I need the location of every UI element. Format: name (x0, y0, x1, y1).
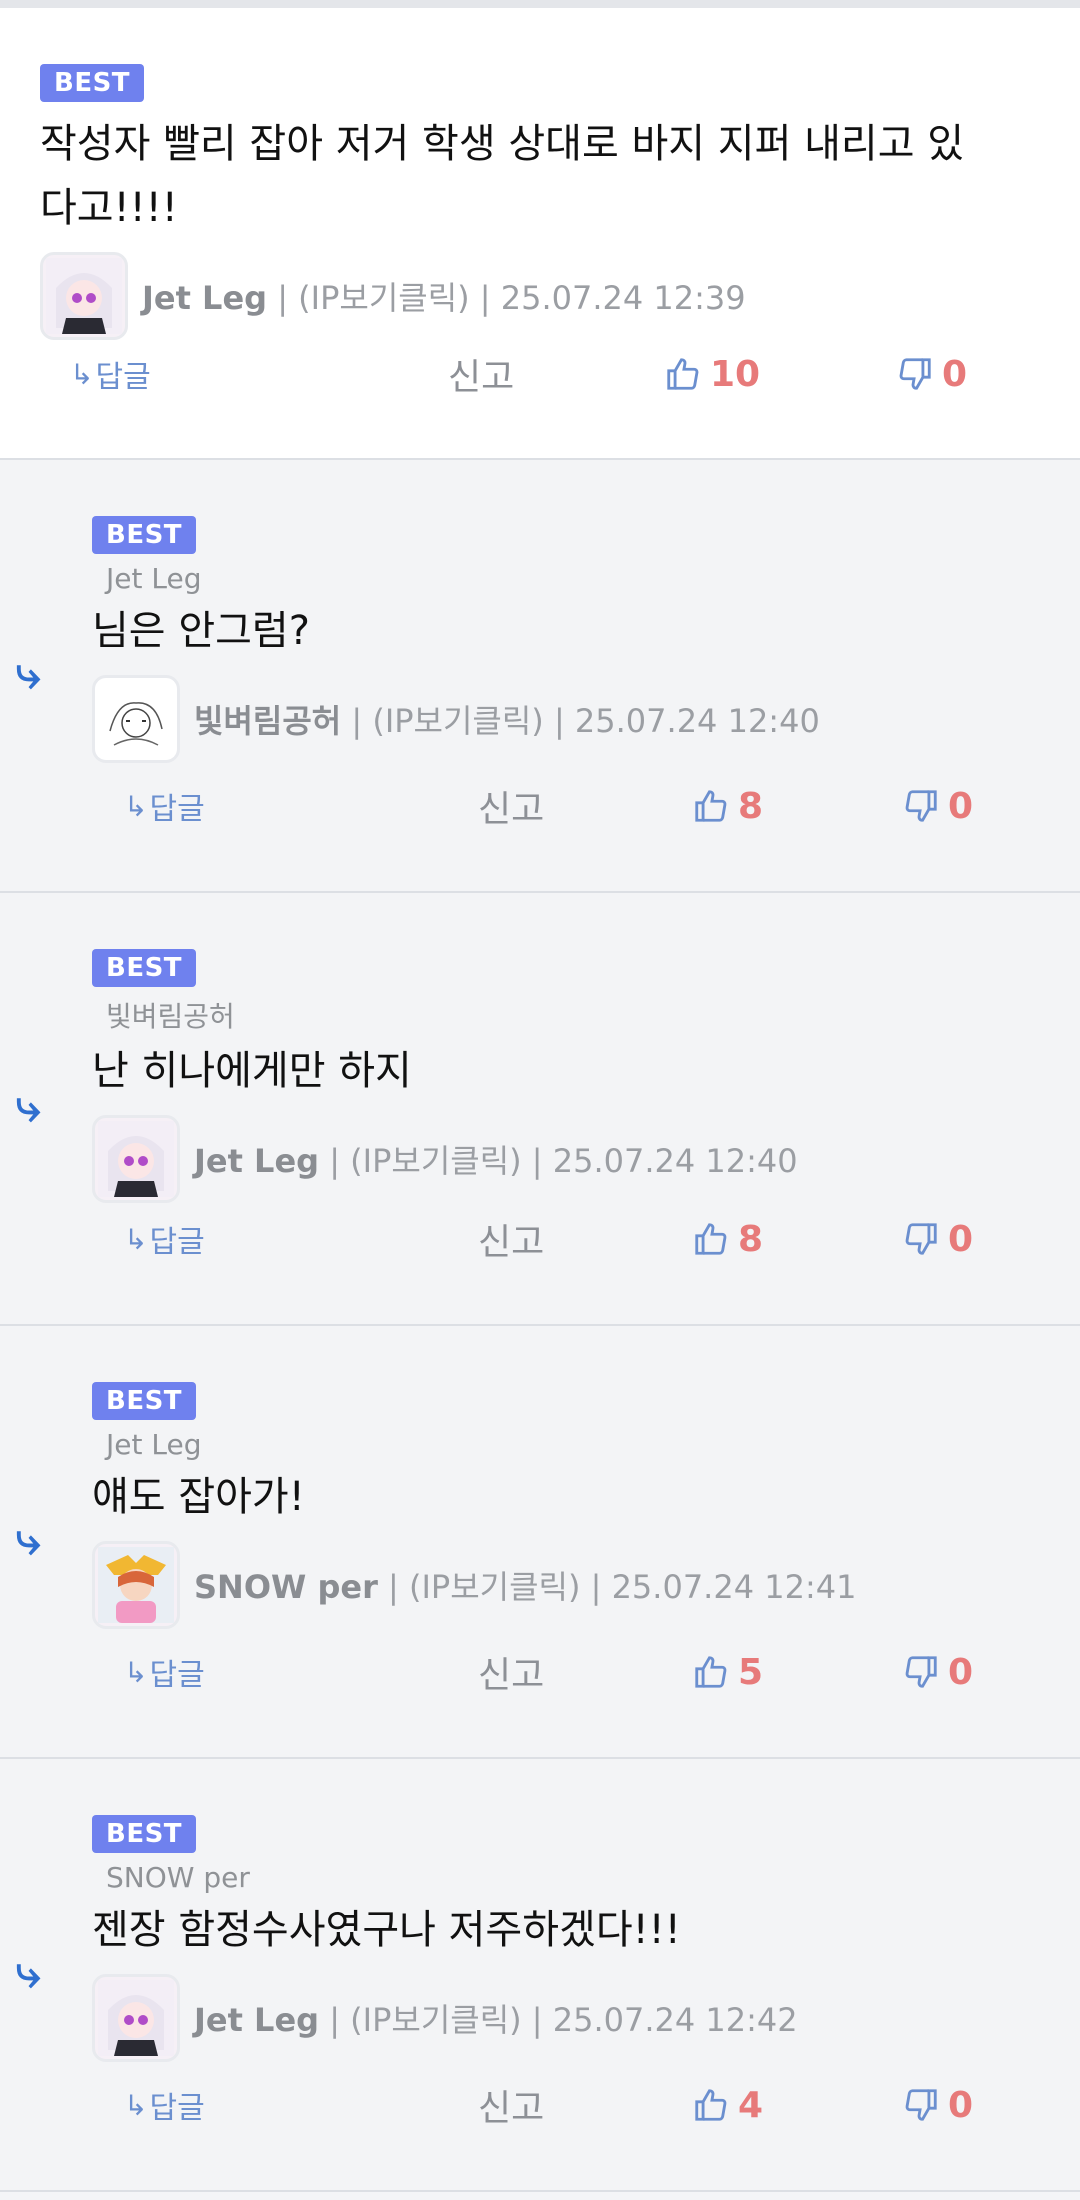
reply-label: 답글 (95, 360, 151, 395)
comment-meta: Jet Leg | (IP보기클릭) | 25.07.24 12:40 (92, 1115, 1040, 1203)
reply-indicator-icon: ⤷ (16, 648, 41, 699)
report-button[interactable]: 신고 (478, 2079, 544, 2131)
like-count: 8 (738, 1218, 764, 1260)
best-badge: BEST (92, 1382, 197, 1420)
like-count: 4 (738, 2084, 764, 2126)
comment-meta: SNOW per | (IP보기클릭) | 25.07.24 12:41 (92, 1541, 1040, 1629)
comment-text: 님은 안그럼? (92, 608, 310, 654)
meta-info[interactable]: | (IP보기클릭) | 25.07.24 12:41 (378, 1568, 856, 1606)
comment-text: 얘도 잡아가! (92, 1474, 305, 1520)
reply-button[interactable]: ↳ 답글 (124, 1217, 205, 1261)
parent-author: 빛벼림공허 (106, 1000, 235, 1033)
author-name[interactable]: SNOW per (194, 1568, 378, 1606)
reply-arrow-icon: ↳ (124, 1222, 148, 1256)
anime-girl-avatar-icon[interactable] (92, 1115, 180, 1203)
like-count: 5 (738, 1651, 764, 1693)
thumbs-down-icon (905, 1656, 937, 1688)
like-count: 8 (738, 785, 764, 827)
like-count: 10 (710, 353, 761, 395)
comment-item: ⤷ BEST Jet Leg 얘도 잡아가! SNOW per | (IP보기클… (0, 1326, 1080, 1759)
report-button[interactable]: 신고 (478, 780, 544, 832)
thumbs-up-icon (695, 2089, 727, 2121)
dislike-count: 0 (942, 353, 968, 395)
reply-arrow-icon: ↳ (124, 1655, 148, 1689)
anime-girl-avatar-icon[interactable] (40, 252, 128, 340)
comment-item: ⤷ BEST 빛벼림공허 난 히나에게만 하지 Jet Leg | (IP보기클… (0, 893, 1080, 1326)
best-badge: BEST (92, 949, 197, 987)
dislike-button[interactable]: 0 (902, 2085, 973, 2126)
sketch-avatar-icon[interactable] (92, 675, 180, 763)
reply-label: 답글 (149, 2091, 205, 2126)
best-badge: BEST (40, 64, 145, 102)
like-button[interactable]: 8 (692, 1219, 763, 1260)
author-name[interactable]: Jet Leg (142, 279, 267, 317)
meta-info[interactable]: | (IP보기클릭) | 25.07.24 12:39 (267, 279, 745, 317)
reply-arrow-icon: ↳ (70, 357, 94, 391)
orange-hair-avatar-icon[interactable] (92, 1541, 180, 1629)
reply-arrow-icon: ↳ (124, 2088, 148, 2122)
reply-label: 답글 (149, 1225, 205, 1260)
thumbs-down-icon (905, 2089, 937, 2121)
like-button[interactable]: 4 (692, 2085, 763, 2126)
meta-info[interactable]: | (IP보기클릭) | 25.07.24 12:42 (319, 2001, 797, 2039)
dislike-button[interactable]: 0 (902, 1219, 973, 1260)
dislike-button[interactable]: 0 (902, 1652, 973, 1693)
reply-label: 답글 (149, 792, 205, 827)
meta-info[interactable]: | (IP보기클릭) | 25.07.24 12:40 (341, 702, 819, 740)
dislike-count: 0 (948, 2084, 974, 2126)
dislike-button[interactable]: 0 (896, 354, 967, 395)
anime-girl-avatar-icon[interactable] (92, 1974, 180, 2062)
reply-button[interactable]: ↳ 답글 (124, 1650, 205, 1694)
thumbs-down-icon (899, 358, 931, 390)
best-badge: BEST (92, 1815, 197, 1853)
thumbs-up-icon (667, 358, 699, 390)
comment-text: 작성자 빨리 잡아 저거 학생 상대로 바지 지퍼 내리고 있다고!!!! (40, 121, 965, 231)
thumbs-down-icon (905, 790, 937, 822)
dislike-count: 0 (948, 785, 974, 827)
reply-button[interactable]: ↳ 답글 (70, 352, 151, 396)
thumbs-up-icon (695, 1656, 727, 1688)
best-badge: BEST (92, 516, 197, 554)
comment-meta: 빛벼림공허 | (IP보기클릭) | 25.07.24 12:40 (92, 675, 1040, 763)
thumbs-up-icon (695, 790, 727, 822)
comment-meta: Jet Leg | (IP보기클릭) | 25.07.24 12:42 (92, 1974, 1040, 2062)
report-button[interactable]: 신고 (448, 348, 514, 400)
reply-indicator-icon: ⤷ (16, 1947, 41, 1998)
parent-author: SNOW per (106, 1861, 250, 1894)
comment-item: ⤷ BEST Jet Leg 님은 안그럼? 빛벼림공허 | (IP보기클릭) … (0, 460, 1080, 893)
reply-indicator-icon: ⤷ (16, 1514, 41, 1565)
thumbs-down-icon (905, 1223, 937, 1255)
author-name[interactable]: Jet Leg (194, 2001, 319, 2039)
comment-item: BEST 작성자 빨리 잡아 저거 학생 상대로 바지 지퍼 내리고 있다고!!… (0, 8, 1080, 460)
like-button[interactable]: 5 (692, 1652, 763, 1693)
like-button[interactable]: 10 (664, 354, 760, 395)
top-divider (0, 0, 1080, 8)
author-name[interactable]: Jet Leg (194, 1142, 319, 1180)
parent-author: Jet Leg (106, 562, 202, 595)
parent-author: Jet Leg (106, 1428, 202, 1461)
like-button[interactable]: 8 (692, 786, 763, 827)
dislike-count: 0 (948, 1218, 974, 1260)
dislike-button[interactable]: 0 (902, 786, 973, 827)
reply-button[interactable]: ↳ 답글 (124, 2083, 205, 2127)
author-name[interactable]: 빛벼림공허 (194, 702, 341, 740)
comment-text: 난 히나에게만 하지 (92, 1048, 412, 1094)
reply-indicator-icon: ⤷ (16, 1081, 41, 1132)
reply-arrow-icon: ↳ (124, 789, 148, 823)
comment-item: ⤷ BEST SNOW per 젠장 함정수사였구나 저주하겠다!!! Jet … (0, 1759, 1080, 2192)
dislike-count: 0 (948, 1651, 974, 1693)
comment-text: 젠장 함정수사였구나 저주하겠다!!! (92, 1907, 681, 1953)
comment-meta: Jet Leg | (IP보기클릭) | 25.07.24 12:39 (40, 252, 1040, 340)
reply-button[interactable]: ↳ 답글 (124, 784, 205, 828)
report-button[interactable]: 신고 (478, 1646, 544, 1698)
reply-label: 답글 (149, 1658, 205, 1693)
report-button[interactable]: 신고 (478, 1213, 544, 1265)
meta-info[interactable]: | (IP보기클릭) | 25.07.24 12:40 (319, 1142, 797, 1180)
thumbs-up-icon (695, 1223, 727, 1255)
